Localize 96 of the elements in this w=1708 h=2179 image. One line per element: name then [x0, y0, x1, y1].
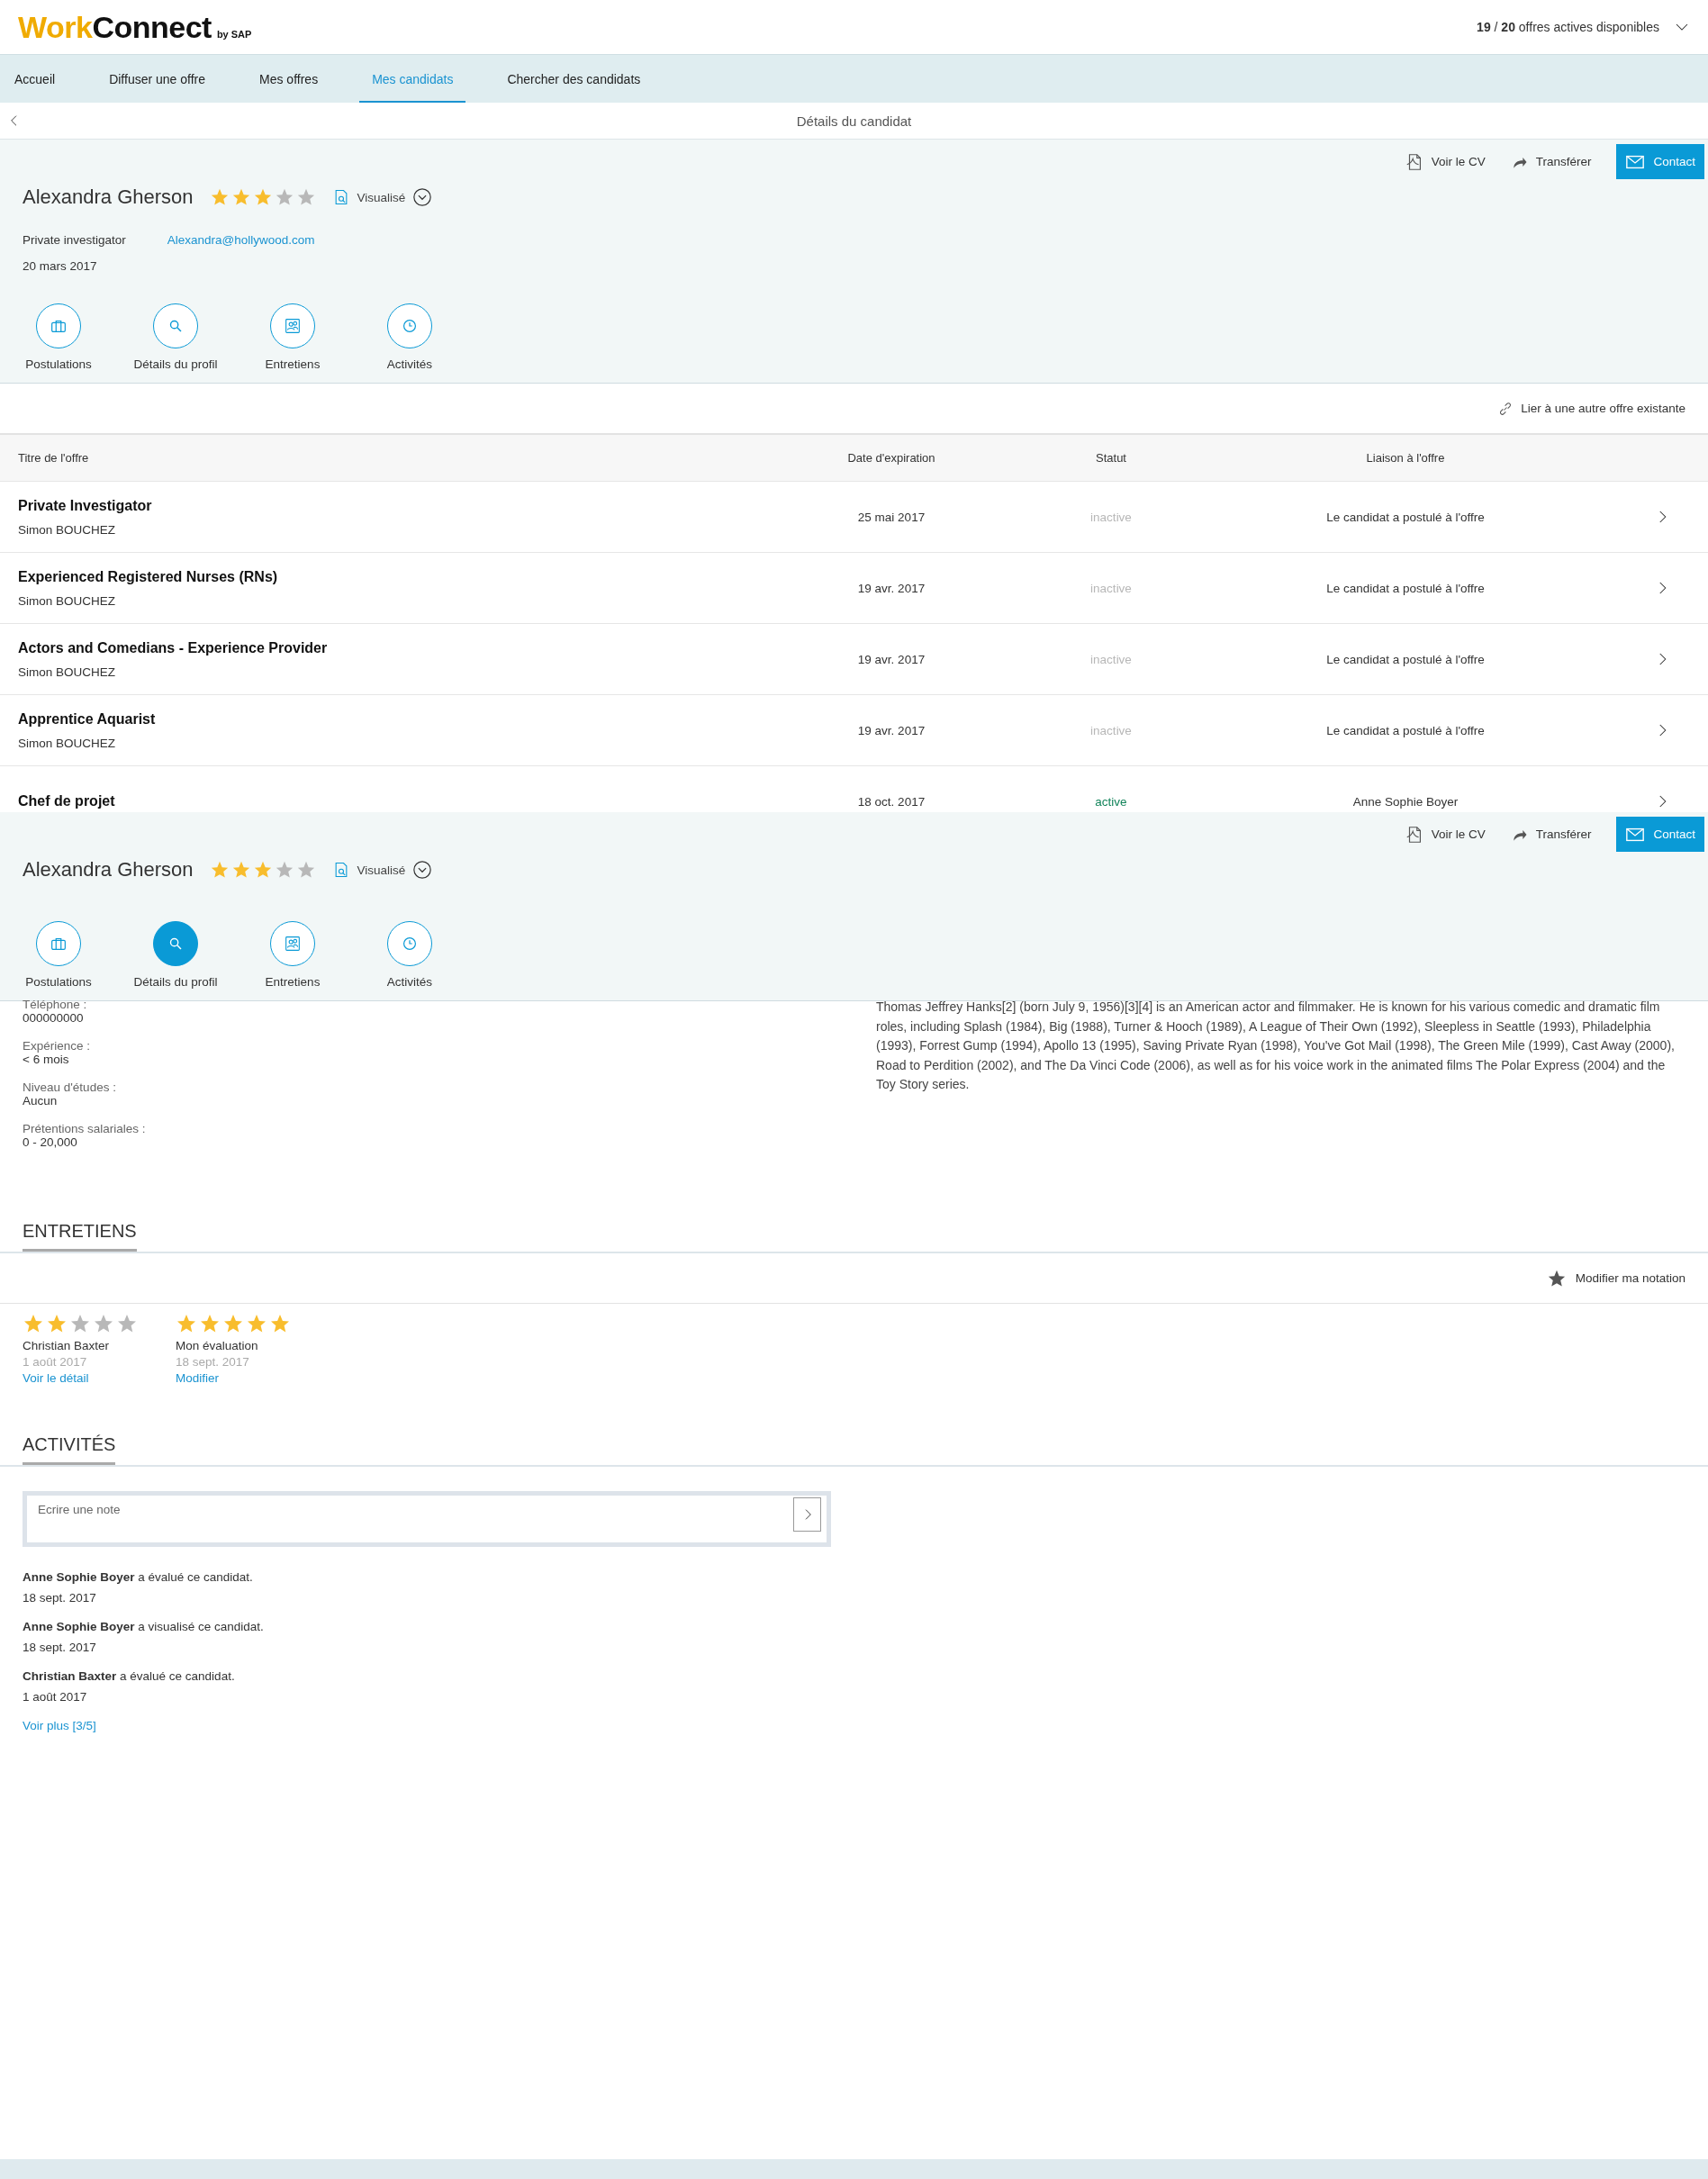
nav-tab[interactable]: Diffuser une offre — [96, 57, 219, 103]
field-value: 000000000 — [23, 1011, 85, 1025]
star-icon — [23, 1313, 44, 1334]
recruiter-name: Simon BOUCHEZ — [18, 665, 117, 679]
job-title: Private investigator — [23, 233, 126, 247]
cv-button[interactable]: Voir le CV — [1404, 824, 1486, 845]
link-offer-link[interactable]: Lier à une autre offre existante — [1521, 402, 1685, 415]
section-tab[interactable]: Activités — [351, 921, 468, 989]
column-header: Titre de l'offre — [17, 451, 90, 465]
recruiter-name: Simon BOUCHEZ — [18, 736, 117, 750]
offer-link-status: Anne Sophie Boyer — [1351, 794, 1459, 809]
people-icon — [283, 934, 303, 954]
field-label: Téléphone : — [23, 998, 88, 1011]
section-tab[interactable]: Entretiens — [234, 303, 351, 371]
note-field[interactable]: Ecrire une note — [23, 1491, 831, 1547]
status-label: active — [1094, 794, 1128, 809]
field-label: Niveau d'études : — [23, 1080, 117, 1094]
chevron-circle-down-icon[interactable] — [412, 187, 433, 207]
expiration-date: 18 oct. 2017 — [856, 794, 926, 809]
offer-title[interactable]: Chef de projet — [18, 793, 801, 809]
offer-title[interactable]: Experienced Registered Nurses (RNs) — [18, 568, 801, 585]
activity-text: Christian Baxter a évalué ce candidat. — [23, 1668, 236, 1685]
expiration-date: 19 avr. 2017 — [856, 723, 926, 737]
star-icon — [93, 1313, 114, 1334]
more-link[interactable]: Voir plus [3/5] — [23, 1719, 96, 1732]
candidate-name: Alexandra Gherson — [23, 185, 194, 209]
nav-tab[interactable]: Accueil — [2, 57, 68, 103]
rater-name: Christian Baxter — [23, 1338, 111, 1354]
activity-date: 18 sept. 2017 — [23, 1640, 97, 1656]
rating-link[interactable]: Modifier — [176, 1370, 291, 1387]
star-icon — [222, 1313, 244, 1334]
expiration-date: 19 avr. 2017 — [856, 652, 926, 666]
star-icon — [269, 1313, 291, 1334]
field-value: < 6 mois — [23, 1053, 70, 1066]
nav-tab[interactable]: Chercher des candidats — [494, 57, 654, 103]
offer-link-status: Le candidat a postulé à l'offre — [1325, 723, 1486, 737]
candidate-name: Alexandra Gherson — [23, 858, 194, 882]
cv-button[interactable]: Voir le CV — [1404, 151, 1486, 172]
activity-text: Anne Sophie Boyer a évalué ce candidat. — [23, 1569, 254, 1586]
star-icon — [46, 1313, 68, 1334]
activity-date: 1 août 2017 — [23, 1689, 88, 1705]
rate-link[interactable]: Modifier ma notation — [1575, 1271, 1685, 1285]
field-value: 0 - 20,000 — [23, 1135, 78, 1149]
section-tab[interactable]: Activités — [351, 303, 468, 371]
status-label: inactive — [1089, 510, 1133, 524]
offer-link-status: Le candidat a postulé à l'offre — [1325, 652, 1486, 666]
recruiter-name: Simon BOUCHEZ — [18, 593, 117, 608]
nav-tab[interactable]: Mes offres — [247, 57, 331, 103]
recruiter-name: Simon BOUCHEZ — [18, 522, 117, 537]
column-header: Date d'expiration — [846, 451, 936, 465]
rater-name: Mon évaluation — [176, 1338, 259, 1354]
section-tab[interactable]: Entretiens — [234, 921, 351, 989]
field-value: Aucun — [23, 1094, 59, 1108]
activity-date: 18 sept. 2017 — [23, 1590, 97, 1606]
section-tab[interactable]: Postulations — [0, 303, 117, 371]
section-tab[interactable]: Détails du profil — [117, 303, 234, 371]
offer-link-status: Le candidat a postulé à l'offre — [1325, 510, 1486, 524]
chevron-circle-down-icon[interactable] — [412, 860, 433, 880]
status-label: inactive — [1089, 723, 1133, 737]
star-icon — [69, 1313, 91, 1334]
offer-title[interactable]: Apprentice Aquarist — [18, 710, 801, 728]
star-icon — [246, 1313, 267, 1334]
field-label: Prétentions salariales : — [23, 1122, 147, 1135]
people-icon — [283, 316, 303, 336]
forward-button[interactable]: Transférer — [1510, 152, 1592, 171]
offer-title[interactable]: Private Investigator — [18, 497, 801, 514]
rating-date: 18 sept. 2017 — [176, 1354, 250, 1370]
status-label: inactive — [1089, 652, 1133, 666]
column-header: Liaison à l'offre — [1365, 451, 1446, 465]
offer-title[interactable]: Actors and Comedians - Experience Provider — [18, 639, 801, 656]
field-label: Expérience : — [23, 1039, 92, 1053]
offers-count: 19 / 20 offres actives disponibles — [1477, 20, 1659, 34]
page-title: Détails du candidat — [795, 113, 913, 129]
star-icon — [199, 1313, 221, 1334]
logo: WorkConnect — [18, 9, 212, 45]
status-label: Visualisé — [357, 190, 406, 204]
expiration-date: 25 mai 2017 — [856, 510, 926, 524]
status-label: inactive — [1089, 581, 1133, 595]
activity-text: Anne Sophie Boyer a visualisé ce candidat. — [23, 1619, 265, 1635]
rating-date: 1 août 2017 — [23, 1354, 88, 1370]
star-icon — [116, 1313, 138, 1334]
candidate-date: 20 mars 2017 — [23, 259, 98, 273]
send-button[interactable] — [793, 1497, 821, 1532]
rating-link[interactable]: Voir le détail — [23, 1370, 138, 1387]
logo-suffix: by SAP — [216, 28, 252, 40]
status-label: Visualisé — [357, 863, 406, 877]
candidate-bio: Thomas Jeffrey Hanks[2] (born July 9, 1956)[3][4] is an American actor and filmmaker. He is known for his various comedic and dramatic film roles, including Splash (1984), Big (1988), Turner & Hooch (1989), A League of Their Own (1992), Sleepless in Seattle (1993), Philadelphia (1993), Forrest Gump (1994), Apollo 13 (1995), Saving Private Ryan (1998), You've Got Mail (1998), The Green Mile (1999), Cast Away (2000), Road to Perdition (2002), and The Da Vinci Code (2006), as well as for his voice work in the animated films The Polar Express (2004) and the Toy Story series. — [876, 999, 1676, 1093]
forward-button[interactable]: Transférer — [1510, 825, 1592, 844]
column-header: Statut — [1095, 451, 1127, 465]
star-icon — [176, 1313, 197, 1334]
section-tab[interactable]: Détails du profil — [117, 921, 234, 989]
section-heading: ENTRETIENS — [23, 1221, 137, 1252]
section-tab[interactable]: Postulations — [0, 921, 117, 989]
section-heading: ACTIVITÉS — [23, 1434, 116, 1465]
expiration-date: 19 avr. 2017 — [856, 581, 926, 595]
offer-link-status: Le candidat a postulé à l'offre — [1325, 581, 1486, 595]
